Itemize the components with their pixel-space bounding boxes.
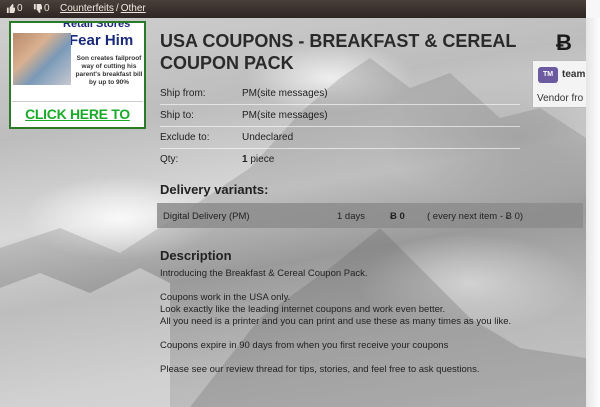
vendor-name[interactable]: team — [562, 69, 585, 80]
description-line: All you need is a printer and you can pr… — [160, 316, 512, 327]
bitcoin-icon: Ƀ — [556, 30, 572, 55]
description-heading: Description — [160, 248, 232, 263]
qty-label: Qty: — [160, 154, 179, 165]
delivery-days: 1 days — [337, 211, 365, 222]
downvote-count: 0 — [44, 3, 50, 14]
delivery-option-name: Digital Delivery (PM) — [163, 211, 250, 222]
ad-photo — [13, 33, 71, 85]
thumbs-up-icon — [6, 4, 15, 13]
description-line: Coupons work in the USA only. — [160, 292, 291, 303]
vendor-badge: TM — [538, 67, 558, 83]
description-body: Introducing the Breakfast & Cereal Coupo… — [160, 268, 580, 376]
listing-title: USA COUPONS - BREAKFAST & CEREAL COUPON … — [160, 31, 517, 73]
upvote-button[interactable]: 0 — [6, 3, 23, 14]
breadcrumb: Counterfeits / Other — [60, 3, 146, 14]
ship-to-label: Ship to: — [160, 110, 194, 121]
description-line: Introducing the Breakfast & Cereal Coupo… — [160, 268, 368, 279]
ship-from-value: PM(site messages) — [242, 88, 328, 99]
qty-value: 1 piece — [242, 154, 274, 165]
delivery-variants-heading: Delivery variants: — [160, 182, 269, 197]
breadcrumb-link-other[interactable]: Other — [121, 3, 146, 14]
ad-blurb: Son creates failproof way of cutting his… — [75, 55, 143, 86]
ship-to-value: PM(site messages) — [242, 110, 328, 121]
info-row-qty: Qty: 1 piece — [160, 149, 520, 170]
vendor-box[interactable]: TM team Vendor fro — [532, 60, 586, 108]
downvote-button[interactable]: 0 — [33, 3, 50, 14]
description-line: Look exactly like the leading internet c… — [160, 304, 446, 315]
ad-heading-top: Retail Stores — [63, 21, 131, 30]
ad-heading: Fear Him — [69, 32, 134, 49]
exclude-value: Undeclared — [242, 132, 294, 143]
vendor-from-label: Vendor fro — [537, 93, 584, 104]
description-line: Coupons expire in 90 days from when you … — [160, 340, 449, 351]
top-bar: 0 0 Counterfeits / Other — [0, 0, 586, 18]
breadcrumb-link-counterfeits[interactable]: Counterfeits — [60, 3, 114, 14]
qty-unit: piece — [250, 154, 275, 165]
info-row-exclude: Exclude to: Undeclared — [160, 127, 520, 149]
upvote-count: 0 — [17, 3, 23, 14]
breadcrumb-separator: / — [115, 3, 119, 14]
delivery-next-item-price: ( every next item - Ƀ 0) — [427, 211, 524, 222]
info-row-ship-from: Ship from: PM(site messages) — [160, 83, 520, 105]
ad-cta-link[interactable]: CLICK HERE TO SEE IT — [12, 101, 143, 127]
advertisement-banner[interactable]: Retail Stores Fear Him Son creates failp… — [9, 21, 146, 129]
description-line: Please see our review thread for tips, s… — [160, 364, 480, 375]
delivery-variant-row[interactable]: Digital Delivery (PM) 1 days Ƀ 0 ( every… — [157, 203, 583, 228]
right-page-margin — [586, 18, 600, 407]
delivery-price: Ƀ 0 — [390, 211, 405, 222]
listing-info-table: Ship from: PM(site messages) Ship to: PM… — [160, 83, 520, 170]
qty-number: 1 — [242, 154, 248, 165]
ship-from-label: Ship from: — [160, 88, 206, 99]
exclude-label: Exclude to: — [160, 132, 210, 143]
info-row-ship-to: Ship to: PM(site messages) — [160, 105, 520, 127]
thumbs-down-icon — [33, 4, 42, 13]
